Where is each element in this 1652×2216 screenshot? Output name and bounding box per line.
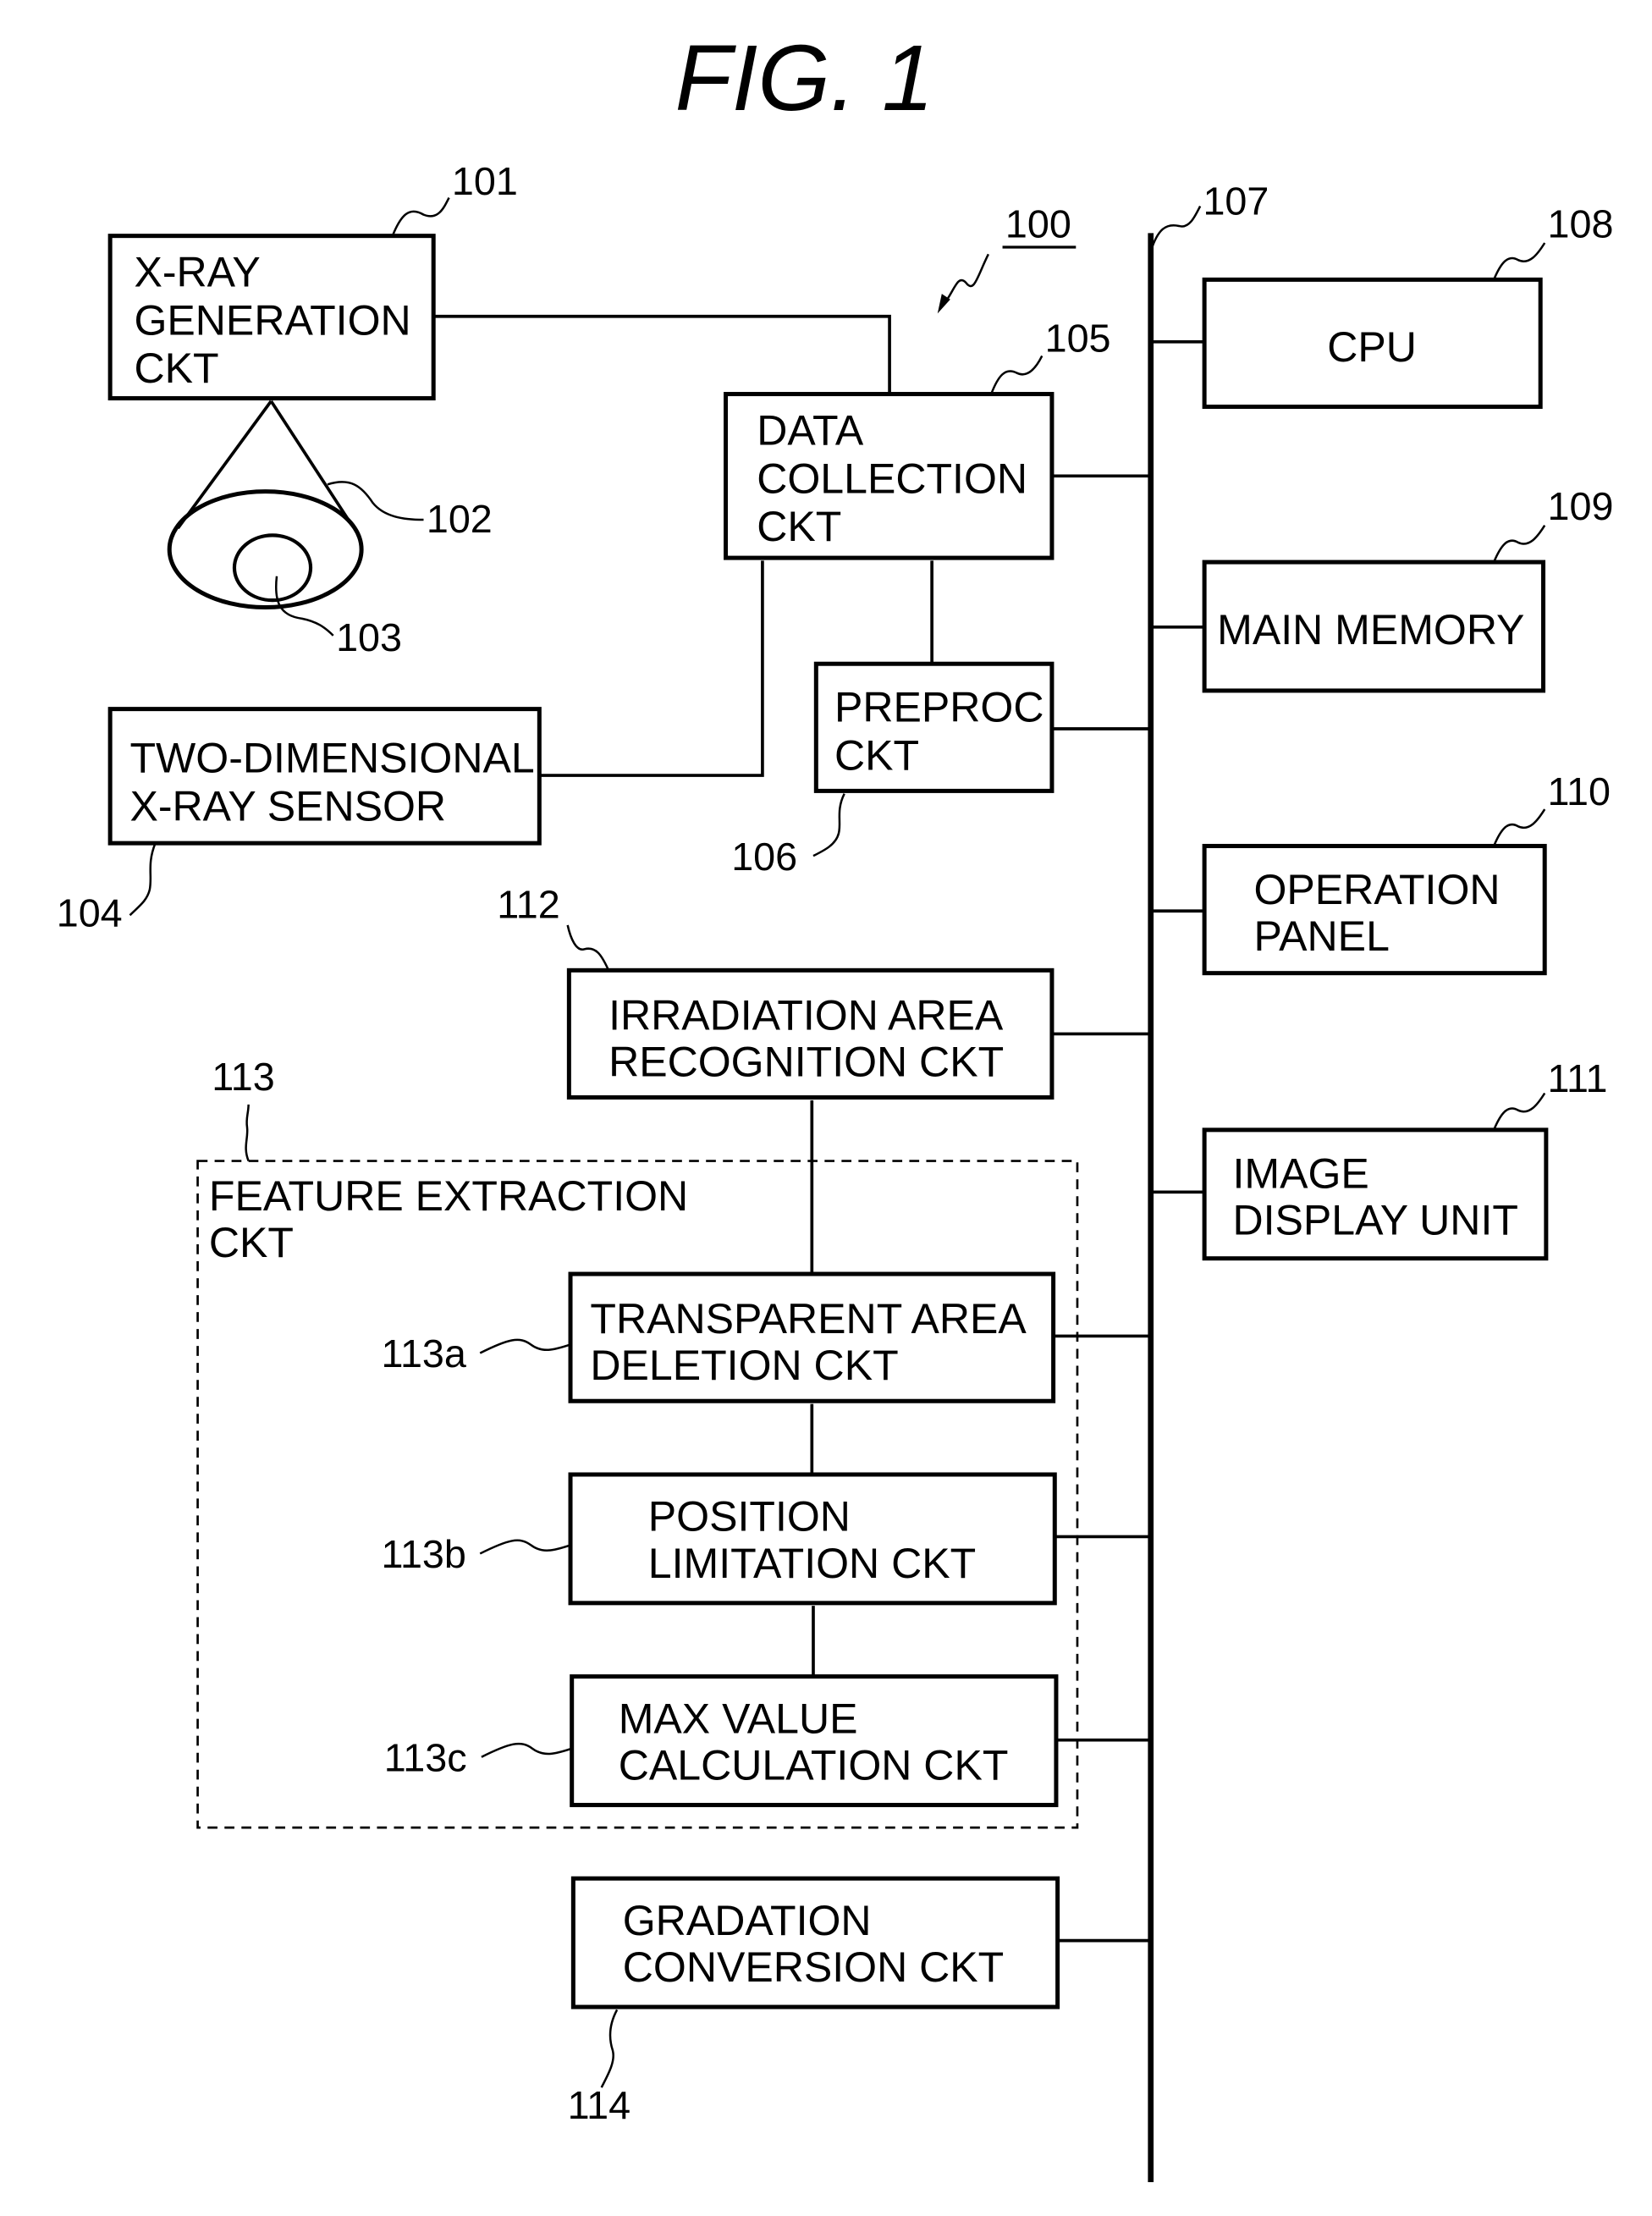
ref-label: 102 xyxy=(427,497,493,541)
ref-label: 103 xyxy=(336,615,402,659)
xray-beam: 102 xyxy=(167,400,493,609)
block-label: TWO-DIMENSIONAL xyxy=(129,735,534,782)
block-label: TRANSPARENT AREA xyxy=(590,1295,1027,1342)
wire-sensor-to-data xyxy=(539,560,764,777)
data-collection-ckt: DATA COLLECTION CKT 105 xyxy=(724,316,1111,560)
block-label: CKT xyxy=(134,345,218,392)
block-diagram: FIG. 1 100 107 X-RAY GENERATION CKT 101 … xyxy=(57,26,1614,2182)
ref-label: 108 xyxy=(1548,201,1614,245)
ref-leader xyxy=(1492,525,1546,563)
preproc-ckt: PREPROC CKT 106 xyxy=(731,661,1055,879)
ref-leader xyxy=(1492,1092,1546,1131)
gradation-conversion-ckt: GRADATION CONVERSION CKT 114 xyxy=(568,1876,1060,2127)
ref-leader xyxy=(990,355,1044,394)
ref-label: 106 xyxy=(731,835,797,879)
ref-label: 111 xyxy=(1548,1056,1608,1100)
block-label: FEATURE EXTRACTION xyxy=(209,1172,688,1220)
block-label: OPERATION xyxy=(1254,866,1501,913)
transparent-area-deletion-ckt: TRANSPARENT AREA DELETION CKT 113a xyxy=(381,1271,1056,1403)
block-label: X-RAY SENSOR xyxy=(129,782,446,830)
block-label: GENERATION xyxy=(134,296,410,344)
ref-leader xyxy=(479,1539,571,1555)
ref-leader xyxy=(479,1338,571,1354)
figure-title: FIG. 1 xyxy=(675,26,933,130)
bus-leader xyxy=(1149,206,1202,252)
block-label: CKT xyxy=(209,1219,294,1266)
ref-leader xyxy=(600,2009,619,2088)
block-label: RECOGNITION CKT xyxy=(608,1038,1004,1085)
block-label: CALCULATION CKT xyxy=(619,1741,1009,1789)
max-value-calculation-ckt: MAX VALUE CALCULATION CKT 113c xyxy=(384,1674,1059,1807)
block-label: DATA xyxy=(757,407,864,455)
block-label: LIMITATION CKT xyxy=(648,1540,976,1587)
ref-leader xyxy=(481,1742,573,1758)
ref-label: 105 xyxy=(1045,316,1111,360)
block-label: CPU xyxy=(1327,323,1417,371)
ref-leader xyxy=(812,793,845,857)
main-memory: MAIN MEMORY 109 xyxy=(1202,484,1614,693)
system-ref-leader xyxy=(942,253,989,306)
ref-leader xyxy=(391,197,450,237)
system-ref-label: 100 xyxy=(1005,201,1071,245)
ref-label: 109 xyxy=(1548,484,1614,528)
block-label: DISPLAY UNIT xyxy=(1232,1196,1517,1243)
image-display-unit: IMAGE DISPLAY UNIT 111 xyxy=(1202,1056,1608,1261)
block-label: MAIN MEMORY xyxy=(1217,606,1524,653)
ref-label: 114 xyxy=(568,2083,631,2127)
block-label: DELETION CKT xyxy=(590,1342,898,1389)
ref-label: 113b xyxy=(381,1532,465,1576)
block-label: PANEL xyxy=(1254,912,1390,960)
wire-xray-to-data xyxy=(433,314,891,393)
bus-ref: 107 xyxy=(1203,179,1269,223)
ref-leader xyxy=(245,1104,250,1162)
operation-panel: OPERATION PANEL 110 xyxy=(1202,769,1611,976)
two-dimensional-xray-sensor: TWO-DIMENSIONAL X-RAY SENSOR 104 xyxy=(57,707,542,935)
block-label: CONVERSION CKT xyxy=(623,1943,1004,1991)
ref-label: 112 xyxy=(497,883,559,927)
block-label: GRADATION xyxy=(623,1897,872,1944)
block-label: POSITION xyxy=(648,1493,851,1541)
ref-label: 110 xyxy=(1548,769,1611,813)
ref-label: 101 xyxy=(452,159,518,203)
ref-label: 104 xyxy=(57,891,123,935)
ref-label: 113c xyxy=(384,1735,467,1779)
position-limitation-ckt: POSITION LIMITATION CKT 113b xyxy=(381,1472,1057,1606)
block-label: MAX VALUE xyxy=(619,1695,858,1742)
ref-leader xyxy=(566,924,610,971)
ref-label: 113a xyxy=(381,1331,465,1375)
ref-label: 113 xyxy=(212,1055,274,1099)
block-label: CKT xyxy=(757,503,841,550)
block-label: COLLECTION xyxy=(757,455,1027,502)
block-label: X-RAY xyxy=(134,249,260,296)
system-ref-100: 100 xyxy=(937,201,1077,314)
block-label: CKT xyxy=(834,731,919,779)
irradiation-area-recognition-ckt: IRRADIATION AREA RECOGNITION CKT 112 xyxy=(497,883,1055,1100)
ref-leader xyxy=(1492,242,1546,280)
block-label: IMAGE xyxy=(1232,1149,1368,1197)
ref-leader xyxy=(129,842,157,917)
block-label: PREPROC xyxy=(834,684,1044,731)
block-label: IRRADIATION AREA xyxy=(608,991,1004,1039)
cpu: CPU 108 xyxy=(1202,201,1614,410)
xray-generation-ckt: X-RAY GENERATION CKT 101 xyxy=(107,159,518,401)
ref-leader xyxy=(1492,808,1546,846)
